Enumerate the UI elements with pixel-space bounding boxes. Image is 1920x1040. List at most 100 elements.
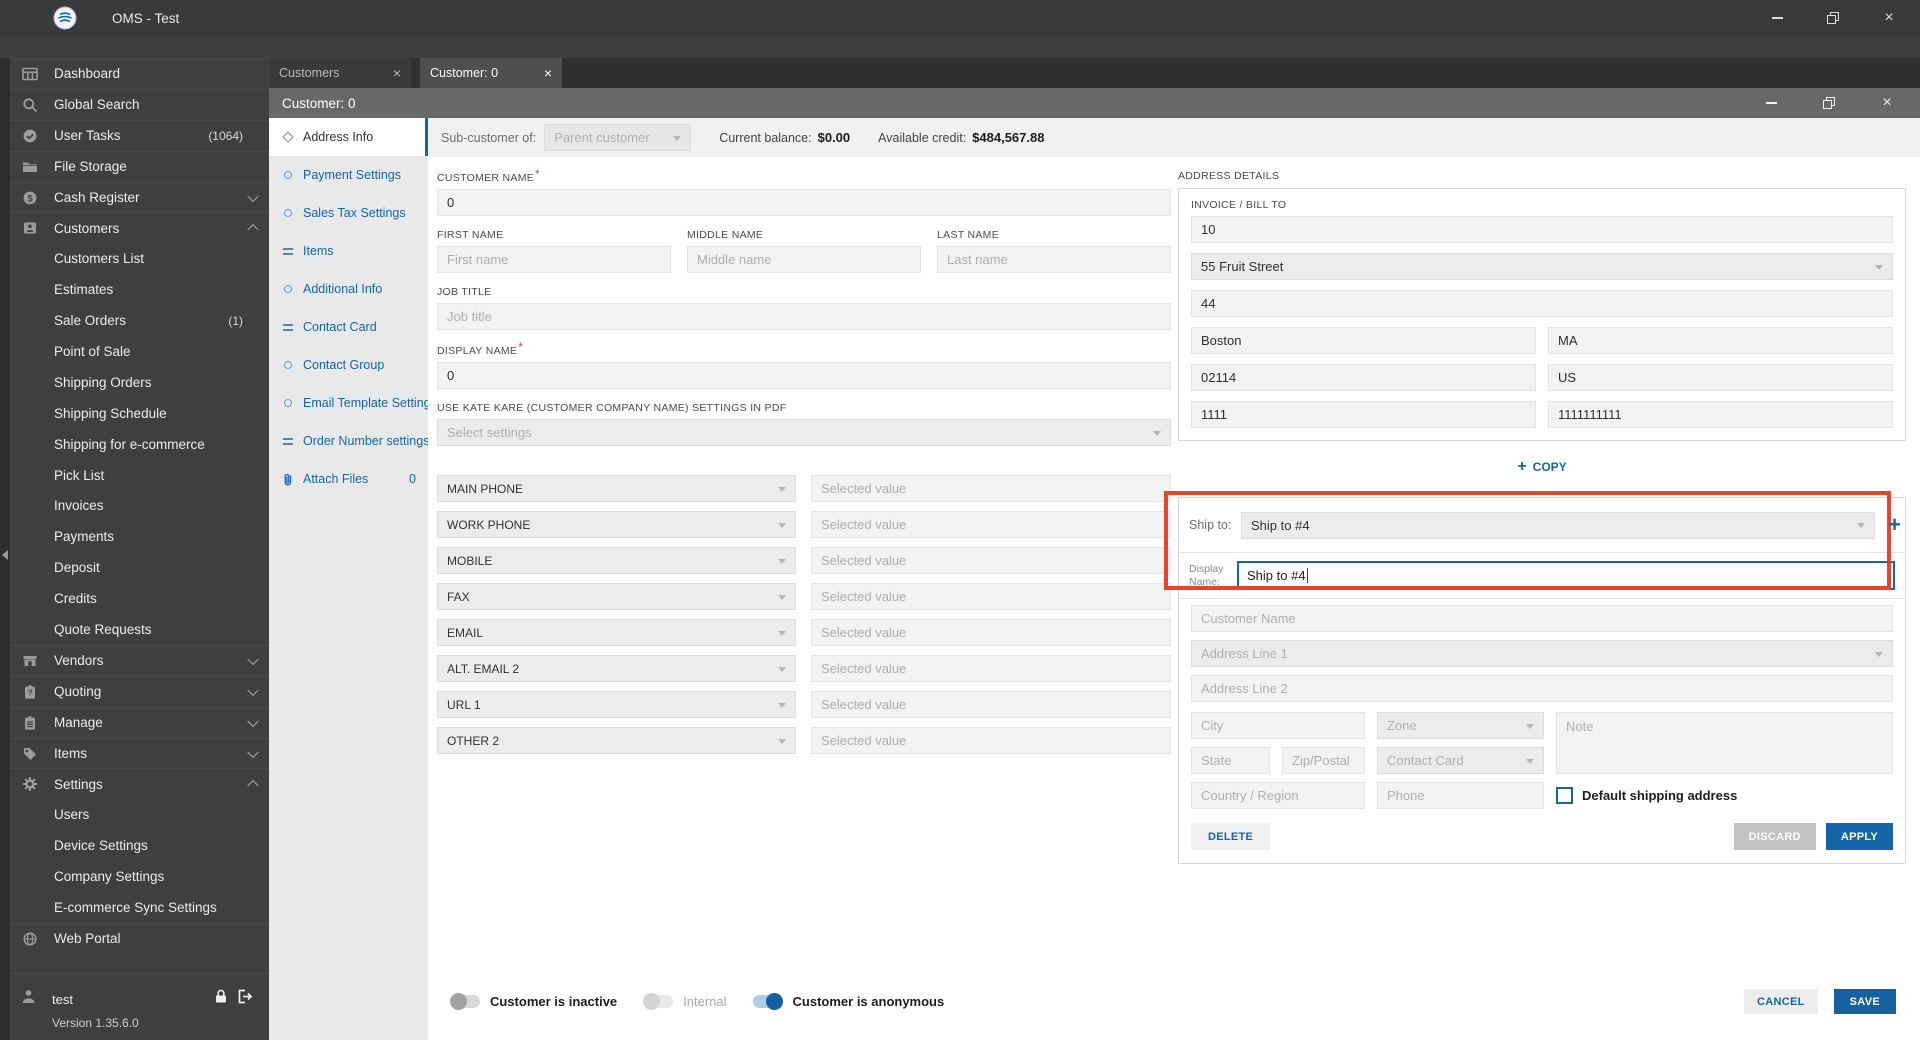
- sidebar-item[interactable]: User Tasks (1064): [10, 119, 269, 151]
- logout-icon[interactable]: [236, 988, 254, 1010]
- bill-to-street-select[interactable]: 55 Fruit Street: [1191, 253, 1893, 280]
- minimize-button[interactable]: [1764, 5, 1790, 31]
- apply-button[interactable]: APPLY: [1825, 823, 1893, 850]
- sidebar-item[interactable]: Deposit: [10, 552, 269, 583]
- save-button[interactable]: SAVE: [1833, 989, 1896, 1014]
- subnav-item[interactable]: Attach Files 0: [269, 460, 428, 498]
- sidebar-item[interactable]: Settings: [10, 768, 269, 799]
- bill-to-state-input[interactable]: [1548, 327, 1893, 354]
- sidebar-item[interactable]: Credits: [10, 583, 269, 614]
- tab-close-icon[interactable]: ×: [544, 66, 552, 80]
- lock-icon[interactable]: [213, 988, 229, 1010]
- sidebar-collapse-strip[interactable]: [0, 58, 10, 1040]
- ship-zone-select[interactable]: Zone: [1377, 712, 1544, 739]
- ship-country-input[interactable]: [1191, 782, 1365, 809]
- cancel-button[interactable]: CANCEL: [1744, 989, 1818, 1014]
- bill-to-zip-input[interactable]: [1191, 364, 1536, 391]
- discard-button[interactable]: DISCARD: [1733, 823, 1816, 850]
- close-button[interactable]: ×: [1876, 5, 1902, 31]
- bill-to-city-input[interactable]: [1191, 327, 1536, 354]
- copy-button[interactable]: + COPY: [1178, 457, 1906, 477]
- sidebar-item[interactable]: Manage: [10, 706, 269, 738]
- sidebar-item[interactable]: Vendors: [10, 644, 269, 676]
- subnav-item[interactable]: Order Number settings: [269, 422, 429, 460]
- toggle-switch[interactable]: [450, 993, 480, 1010]
- sidebar-item[interactable]: Users: [10, 799, 269, 830]
- contact-type-select[interactable]: URL 1: [437, 691, 796, 718]
- sidebar-item[interactable]: Pick List: [10, 460, 269, 491]
- ship-zip-input[interactable]: [1282, 747, 1365, 774]
- sidebar-item[interactable]: Estimates: [10, 274, 269, 305]
- sidebar-item[interactable]: Invoices: [10, 490, 269, 521]
- inner-minimize-button[interactable]: [1758, 90, 1784, 116]
- sidebar-item[interactable]: Items: [10, 737, 269, 769]
- contact-type-select[interactable]: FAX: [437, 583, 796, 610]
- contact-type-select[interactable]: EMAIL: [437, 619, 796, 646]
- sidebar-item[interactable]: Customers: [10, 212, 269, 243]
- sidebar-item[interactable]: Shipping Orders: [10, 367, 269, 398]
- subnav-item[interactable]: Sales Tax Settings: [269, 194, 428, 232]
- parent-customer-select[interactable]: Parent customer: [544, 124, 692, 151]
- sidebar-item[interactable]: ? Quoting: [10, 675, 269, 707]
- subnav-item[interactable]: Items: [269, 232, 428, 270]
- last-name-input[interactable]: [937, 246, 1171, 273]
- contact-type-select[interactable]: WORK PHONE: [437, 511, 796, 538]
- bill-to-id-input[interactable]: [1191, 216, 1893, 243]
- display-name-input[interactable]: [437, 362, 1171, 389]
- default-shipping-checkbox[interactable]: [1556, 787, 1573, 804]
- contact-value-input[interactable]: [811, 511, 1171, 538]
- sidebar-item[interactable]: Shipping Schedule: [10, 398, 269, 429]
- sidebar-item[interactable]: Device Settings: [10, 830, 269, 861]
- sidebar-item[interactable]: Shipping for e-commerce: [10, 429, 269, 460]
- sidebar-item[interactable]: Sale Orders (1): [10, 305, 269, 336]
- pdf-settings-select[interactable]: Select settings: [437, 419, 1171, 446]
- sidebar-item[interactable]: Web Portal: [10, 922, 269, 954]
- ship-address1-select[interactable]: Address Line 1: [1191, 640, 1893, 667]
- ship-phone-input[interactable]: [1377, 782, 1544, 809]
- job-title-input[interactable]: [437, 303, 1171, 330]
- ship-display-name-input[interactable]: Ship to #4: [1237, 561, 1895, 590]
- contact-value-input[interactable]: [811, 691, 1171, 718]
- delete-button[interactable]: DELETE: [1191, 823, 1271, 850]
- subnav-item[interactable]: Contact Group: [269, 346, 428, 384]
- subnav-item[interactable]: Payment Settings: [269, 156, 428, 194]
- bill-to-country-input[interactable]: [1548, 364, 1893, 391]
- toggle-switch[interactable]: [643, 993, 674, 1010]
- sidebar-item[interactable]: Customers List: [10, 243, 269, 274]
- contact-value-input[interactable]: [811, 583, 1171, 610]
- subnav-item[interactable]: Address Info: [269, 118, 428, 156]
- contact-value-input[interactable]: [811, 655, 1171, 682]
- ship-customer-name-input[interactable]: [1191, 605, 1893, 632]
- tab-customers[interactable]: Customers ×: [269, 58, 411, 88]
- ship-to-select[interactable]: Ship to #4: [1241, 511, 1875, 539]
- sidebar-item[interactable]: Company Settings: [10, 861, 269, 892]
- contact-value-input[interactable]: [811, 475, 1171, 502]
- subnav-item[interactable]: Contact Card: [269, 308, 428, 346]
- sidebar-item[interactable]: Dashboard: [10, 58, 269, 89]
- restore-button[interactable]: [1820, 5, 1846, 31]
- subnav-item[interactable]: Additional Info: [269, 270, 428, 308]
- contact-value-input[interactable]: [811, 547, 1171, 574]
- contact-value-input[interactable]: [811, 619, 1171, 646]
- sidebar-item[interactable]: Point of Sale: [10, 336, 269, 367]
- contact-type-select[interactable]: MAIN PHONE: [437, 475, 796, 502]
- bill-to-phone2-input[interactable]: [1548, 401, 1893, 428]
- add-ship-to-button[interactable]: +: [1888, 512, 1901, 538]
- ship-note-textarea[interactable]: [1556, 712, 1893, 774]
- subnav-item[interactable]: Email Template Settings: [269, 384, 437, 422]
- inner-restore-button[interactable]: [1816, 90, 1842, 116]
- bill-to-phone1-input[interactable]: [1191, 401, 1536, 428]
- tab-close-icon[interactable]: ×: [393, 66, 401, 80]
- first-name-input[interactable]: [437, 246, 671, 273]
- sidebar-item[interactable]: Quote Requests: [10, 614, 269, 645]
- sidebar-item[interactable]: E-commerce Sync Settings: [10, 892, 269, 923]
- tab-customer-0[interactable]: Customer: 0 ×: [420, 58, 562, 88]
- sidebar-item[interactable]: $ Cash Register: [10, 181, 269, 213]
- sidebar-item[interactable]: Global Search: [10, 88, 269, 120]
- inner-close-button[interactable]: ×: [1874, 90, 1900, 116]
- contact-type-select[interactable]: OTHER 2: [437, 727, 796, 754]
- contact-type-select[interactable]: MOBILE: [437, 547, 796, 574]
- middle-name-input[interactable]: [687, 246, 921, 273]
- sidebar-item[interactable]: File Storage: [10, 150, 269, 182]
- contact-type-select[interactable]: ALT. EMAIL 2: [437, 655, 796, 682]
